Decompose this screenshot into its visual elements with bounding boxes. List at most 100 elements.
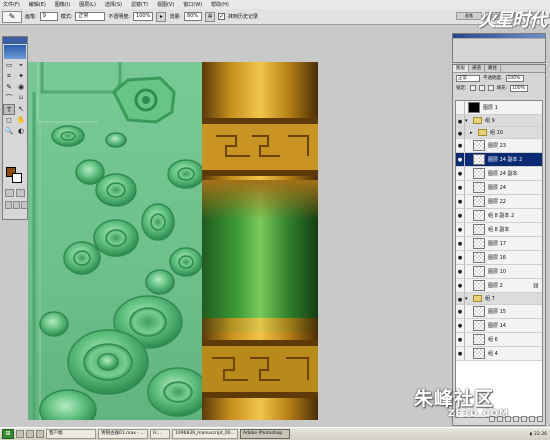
eye-icon[interactable]: ● [456, 115, 465, 126]
menu-item-5[interactable]: 滤镜(T) [131, 1, 148, 8]
menu-item-8[interactable]: 帮助(H) [211, 1, 229, 8]
layer-row[interactable]: ● 组 8 副本 2 [456, 209, 542, 223]
taskbar-button-2[interactable]: Fr... [150, 429, 170, 439]
quick-launch-desktop-icon[interactable] [16, 430, 24, 438]
fill-field[interactable]: 100% [510, 84, 529, 92]
screen-mode-full-menu-button[interactable] [13, 201, 20, 209]
layer-group-row[interactable]: ● ▾ 组 7 [456, 293, 542, 305]
tool-button-5[interactable]: ◉ [15, 82, 27, 93]
airbrush-icon[interactable]: ✲ [205, 11, 216, 22]
layer-row[interactable]: ● 图层 24 [456, 181, 542, 195]
opacity-field[interactable]: 100% [133, 12, 154, 21]
adobe-online-icon[interactable] [4, 45, 26, 59]
layer-row[interactable]: ● 图层 10 [456, 265, 542, 279]
flow-field[interactable]: 80% [184, 12, 203, 21]
tool-button-6[interactable]: ⌒ [3, 93, 15, 104]
eye-icon[interactable]: ● [456, 265, 465, 278]
layers-tab-1[interactable]: 通道 [469, 65, 485, 72]
eye-icon[interactable]: ● [456, 305, 465, 318]
eye-icon[interactable]: ● [456, 319, 465, 332]
tool-button-11[interactable]: ✋ [15, 115, 27, 126]
menu-item-7[interactable]: 窗口(W) [183, 1, 202, 8]
tool-button-3[interactable]: ✦ [15, 71, 27, 82]
menu-item-3[interactable]: 图层(L) [79, 1, 96, 8]
menu-item-0[interactable]: 文件(F) [3, 1, 20, 8]
tool-button-4[interactable]: ✎ [3, 82, 15, 93]
menu-item-6[interactable]: 视图(V) [157, 1, 174, 8]
menu-item-1[interactable]: 编辑(E) [29, 1, 46, 8]
brush-size-field[interactable]: 9 [39, 12, 58, 21]
eye-icon[interactable]: ● [456, 333, 465, 346]
layer-opacity-field[interactable]: 100% [505, 74, 524, 82]
eye-icon[interactable]: ● [456, 195, 465, 208]
layers-tab-0[interactable]: 图层 [453, 65, 469, 72]
taskbar-button-0[interactable]: 客户端 [46, 429, 96, 439]
eye-icon[interactable]: ● [456, 279, 465, 292]
layer-row[interactable]: ● 组 8 副本 [456, 223, 542, 237]
layer-group-row[interactable]: ● ▾ 组 9 [456, 115, 542, 127]
tool-button-12[interactable]: 🔍 [3, 126, 15, 137]
tool-button-7[interactable]: ⌑ [15, 93, 27, 104]
quick-mask-button[interactable] [16, 189, 25, 197]
layer-row[interactable]: ● 图层 23 [456, 139, 542, 153]
menu-item-4[interactable]: 选择(S) [105, 1, 122, 8]
tool-button-8[interactable]: T [3, 104, 15, 115]
eye-icon[interactable] [456, 101, 465, 114]
eye-icon[interactable]: ● [456, 223, 465, 236]
blend-mode-select[interactable]: 正常 [456, 74, 480, 82]
eye-icon[interactable]: ● [456, 293, 465, 304]
tool-button-2[interactable]: ⌗ [3, 71, 15, 82]
collapsed-triangle-icon[interactable]: ▸ [470, 130, 475, 136]
eye-icon[interactable]: ● [456, 127, 465, 138]
tool-button-1[interactable]: ⌖ [15, 60, 27, 71]
expanded-triangle-icon[interactable]: ▾ [465, 118, 470, 124]
layer-row[interactable]: ● 组 4 [456, 347, 542, 361]
layer-row[interactable]: ● 图层 14 [456, 319, 542, 333]
layer-row[interactable]: ● 图层 16 [456, 251, 542, 265]
start-button[interactable]: ⊞ [2, 429, 14, 439]
eye-icon[interactable]: ● [456, 347, 465, 360]
layer-row[interactable]: ● 图层 17 [456, 237, 542, 251]
layer-row[interactable]: ● 图层 22 [456, 195, 542, 209]
layer-row[interactable]: ● 图层 2 ⛓ [456, 279, 542, 293]
tool-preset-picker[interactable]: ✎ [2, 10, 22, 23]
mode-select[interactable]: 正常 [75, 12, 106, 21]
eye-icon[interactable]: ● [456, 167, 465, 180]
taskbar-button-1[interactable]: 青铜古器01.max - ... [98, 429, 148, 439]
opacity-toggle-icon[interactable]: ▸ [156, 11, 167, 22]
history-checkbox[interactable]: ✓ [218, 13, 226, 20]
screen-mode-standard-button[interactable] [5, 201, 12, 209]
background-color-swatch[interactable] [12, 173, 22, 183]
layers-tab-2[interactable]: 路径 [485, 65, 501, 72]
eye-icon[interactable]: ● [456, 237, 465, 250]
layer-group-row[interactable]: ● ▸ 组 10 [456, 127, 542, 139]
eye-icon[interactable]: ● [456, 153, 465, 166]
taskbar-button-3[interactable]: 1096839_manuscript_00... [172, 429, 238, 439]
layer-row[interactable]: ● 图层 24 副本 2 [456, 153, 542, 167]
eye-icon[interactable]: ● [456, 209, 465, 222]
menu-item-2[interactable]: 图像(I) [55, 1, 70, 8]
quick-launch-folder-icon[interactable] [36, 430, 44, 438]
lock-pixels-icon[interactable] [478, 85, 485, 91]
tray-volume-icon[interactable]: ◖ [530, 432, 532, 437]
tool-button-10[interactable]: ◻ [3, 115, 15, 126]
document-canvas[interactable] [28, 62, 318, 420]
lock-transparency-icon[interactable] [469, 85, 476, 91]
layer-row[interactable]: 图层 1 [456, 101, 542, 115]
screen-mode-full-button[interactable] [21, 201, 28, 209]
lock-position-icon[interactable] [487, 85, 494, 91]
eye-icon[interactable]: ● [456, 181, 465, 194]
standard-mode-button[interactable] [5, 189, 14, 197]
eye-icon[interactable]: ● [456, 251, 465, 264]
tool-button-9[interactable]: ↖ [15, 104, 27, 115]
navigator-title-bar[interactable] [453, 34, 545, 39]
eye-icon[interactable]: ● [456, 139, 465, 152]
taskbar-button-4[interactable]: Adobe Photoshop [239, 429, 290, 439]
quick-launch-browser-icon[interactable] [26, 430, 34, 438]
tool-button-0[interactable]: ▭ [3, 60, 15, 71]
tool-button-13[interactable]: ◐ [15, 126, 27, 137]
layer-row[interactable]: ● 图层 24 副本 [456, 167, 542, 181]
layer-row[interactable]: ● 组 6 [456, 333, 542, 347]
layer-row[interactable]: ● 图层 15 [456, 305, 542, 319]
expanded-triangle-icon[interactable]: ▾ [465, 296, 470, 302]
